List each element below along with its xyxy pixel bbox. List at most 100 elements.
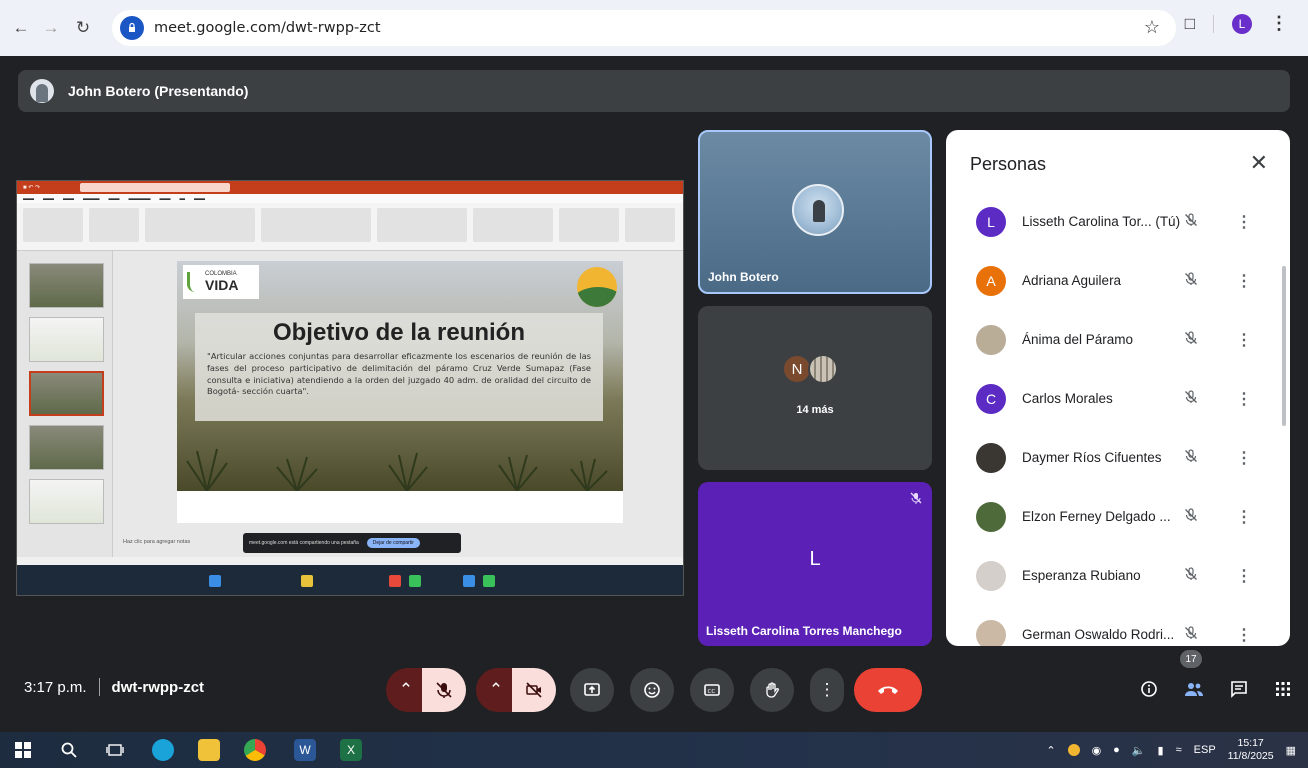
participant-name: Esperanza Rubiano [1022,568,1141,583]
meeting-details-icon[interactable] [1140,680,1158,703]
notifications-icon[interactable]: ▦ [1286,744,1296,757]
site-info-icon[interactable] [120,16,144,40]
scrollbar[interactable] [1282,266,1286,426]
leave-call-button[interactable] [854,668,922,712]
participant-more-icon[interactable]: ⋮ [1236,271,1252,291]
tile-john-botero[interactable]: John Botero [698,130,932,294]
mic-off-icon[interactable] [1184,331,1198,348]
participant-avatar [976,442,1006,473]
participant-more-icon[interactable]: ⋮ [1236,330,1252,350]
participant-more-icon[interactable]: ⋮ [1236,507,1252,527]
url-text: meet.google.com/dwt-rwpp-zct [154,20,381,36]
tile-more-participants[interactable]: N 14 más [698,306,932,470]
mic-toggle-button[interactable] [422,668,466,712]
participant-row[interactable]: C Carlos Morales ⋮ [946,369,1276,428]
mic-tray-icon[interactable]: ● [1113,744,1120,756]
present-icon [584,683,600,696]
present-screen-button[interactable] [570,668,614,712]
participant-name: Carlos Morales [1022,391,1113,406]
participant-avatar: C [976,383,1006,414]
video-options-button[interactable]: ⌃ [476,668,516,712]
participant-more-icon[interactable]: ⋮ [1236,566,1252,586]
hangup-icon [878,686,898,694]
participant-row[interactable]: L Lisseth Carolina Tor... (Tú) ⋮ [946,192,1276,251]
participant-more-icon[interactable]: ⋮ [1236,448,1252,468]
participant-row[interactable]: Elzon Ferney Delgado ... ⋮ [946,487,1276,546]
ppt-search-box [80,183,231,192]
back-icon[interactable]: ← [6,13,36,43]
browser-menu-icon[interactable]: ⋮ [1270,13,1288,34]
mic-off-icon[interactable] [1184,508,1198,525]
camera-tray-icon[interactable]: ◉ [1092,744,1102,757]
captions-button[interactable]: CC [690,668,734,712]
language-indicator[interactable]: ESP [1194,744,1216,756]
extensions-icon[interactable]: □ [1185,14,1195,34]
task-view-icon[interactable] [104,739,126,761]
share-toast-text: meet.google.com está compartiendo una pe… [249,540,359,546]
participant-more-icon[interactable]: ⋮ [1236,625,1252,645]
battery-icon[interactable]: ▮ [1158,744,1164,757]
slide-quote: "Articular acciones conjuntas para desar… [207,351,591,397]
word-app-icon[interactable]: W [294,739,316,761]
participant-row[interactable]: Ánima del Páramo ⋮ [946,310,1276,369]
reload-icon[interactable]: ↻ [68,13,98,43]
people-panel-title: Personas [970,154,1047,174]
browser-toolbar: ← → ↻ meet.google.com/dwt-rwpp-zct ☆ □ L… [0,0,1308,56]
close-icon[interactable]: ✕ [1250,150,1268,176]
participant-name: German Oswaldo Rodri... [1022,627,1175,642]
volume-icon[interactable]: 🔈 [1132,744,1146,757]
paramo-plants-image [186,448,608,491]
camera-toggle-button[interactable] [512,668,556,712]
taskbar-clock[interactable]: 15:17 11/8/2025 [1228,737,1274,763]
mic-off-icon[interactable] [1184,390,1198,407]
search-icon[interactable] [58,739,80,761]
meeting-time: 3:17 p.m. [24,678,87,696]
windows-start-icon[interactable] [12,739,34,761]
screen-share-toast: meet.google.com está compartiendo una pe… [243,533,461,553]
app-tray-icon[interactable] [1067,744,1080,756]
mic-off-icon[interactable] [1184,567,1198,584]
audio-options-button[interactable]: ⌃ [386,668,426,712]
more-options-button[interactable]: ⋮ [810,668,844,712]
participant-row[interactable]: Daymer Ríos Cifuentes ⋮ [946,428,1276,487]
reactions-button[interactable] [630,668,674,712]
mic-off-icon[interactable] [1184,449,1198,466]
participant-avatar [976,501,1006,532]
participant-row[interactable]: Esperanza Rubiano ⋮ [946,546,1276,605]
presenter-bar: John Botero (Presentando) [18,70,1290,112]
raise-hand-button[interactable] [750,668,794,712]
bookmark-star-icon[interactable]: ☆ [1144,17,1160,38]
chrome-app-icon[interactable] [244,739,266,761]
participant-more-icon[interactable]: ⋮ [1236,212,1252,232]
participant-avatar: A [976,265,1006,296]
mic-off-icon [910,492,922,507]
current-slide: COLOMBIA VIDA Objetivo de la reunión "Art… [177,261,623,491]
file-explorer-icon[interactable] [198,739,220,761]
edge-app-icon[interactable] [152,739,174,761]
divider [1213,14,1214,33]
mic-off-icon[interactable] [1184,626,1198,643]
slide-thumbnail [29,425,104,470]
people-icon[interactable] [1184,680,1204,703]
activities-icon[interactable] [1274,680,1292,703]
participant-count-badge: 17 [1180,650,1202,668]
participant-row[interactable]: A Adriana Aguilera ⋮ [946,251,1276,310]
show-hidden-icons-icon[interactable]: ⌃ [1046,744,1055,757]
participant-name: Ánima del Páramo [1022,332,1134,347]
forward-icon[interactable]: → [36,13,66,43]
mic-off-icon[interactable] [1184,272,1198,289]
stop-sharing-button[interactable]: Dejar de compartir [366,538,420,548]
profile-avatar[interactable]: L [1232,13,1252,34]
participant-name: Adriana Aguilera [1022,273,1122,288]
address-bar[interactable]: meet.google.com/dwt-rwpp-zct ☆ [112,10,1176,46]
mic-off-icon[interactable] [1184,213,1198,230]
wifi-icon[interactable]: ≈ [1176,744,1182,756]
meet-stage: John Botero (Presentando) ■ ↶ ↷ ▬▬ ▬▬ ▬▬ ▬▬… [0,56,1308,732]
excel-app-icon[interactable]: X [340,739,362,761]
chat-icon[interactable] [1230,680,1248,703]
system-tray: ⌃ ◉ ● 🔈 ▮ ≈ ESP 15:17 11/8/2025 ▦ [1046,732,1296,768]
tile-lisseth[interactable]: L Lisseth Carolina Torres Manchego [698,482,932,646]
side-panel-buttons [1140,680,1292,703]
participant-row[interactable]: German Oswaldo Rodri... ⋮ [946,605,1276,646]
participant-more-icon[interactable]: ⋮ [1236,389,1252,409]
